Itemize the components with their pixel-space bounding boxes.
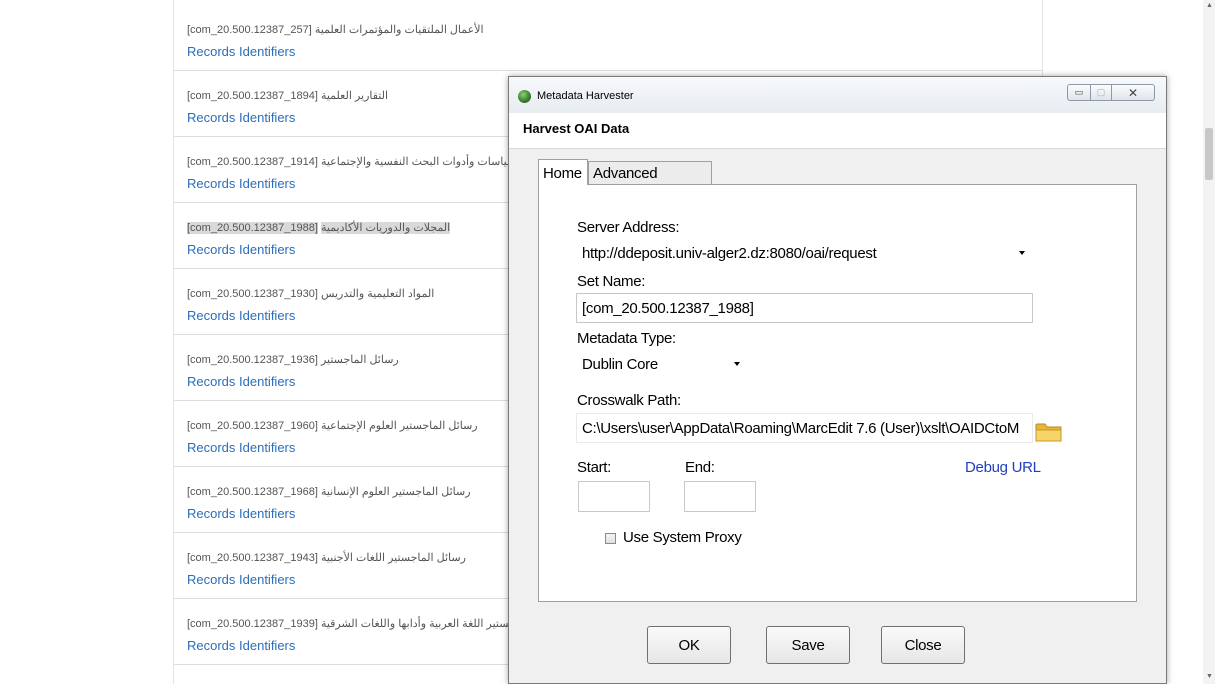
close-button[interactable]: Close <box>881 626 965 664</box>
window-close-button[interactable]: ✕ <box>1111 84 1155 101</box>
record-title: [com_20.500.12387_1894] التقارير العلمية <box>187 89 388 102</box>
crosswalk-path-label: Crosswalk Path: <box>577 392 681 409</box>
record-title: [com_20.500.12387_1930] المواد التعليمية… <box>187 287 434 300</box>
records-identifiers-link[interactable]: Records Identifiers <box>187 638 295 653</box>
chevron-down-icon <box>1019 251 1025 255</box>
records-identifiers-link[interactable]: Records Identifiers <box>187 572 295 587</box>
record-handle: [com_20.500.12387_1988] <box>187 222 318 234</box>
dialog-heading: Harvest OAI Data <box>523 121 630 136</box>
scrollbar-thumb[interactable] <box>1205 128 1213 180</box>
app-globe-icon <box>518 90 531 103</box>
metadata-type-label: Metadata Type: <box>577 330 676 347</box>
records-identifiers-link[interactable]: Records Identifiers <box>187 44 295 59</box>
records-identifiers-link[interactable]: Records Identifiers <box>187 374 295 389</box>
end-label: End: <box>685 459 715 476</box>
records-identifiers-link[interactable]: Records Identifiers <box>187 308 295 323</box>
maximize-button[interactable]: ▢ <box>1090 84 1112 101</box>
save-button-label: Save <box>791 636 825 654</box>
record-name: رسائل الماجستير العلوم الإجتماعية <box>320 420 478 432</box>
record-handle: [com_20.500.12387_1943] <box>187 552 318 564</box>
record-name: القياسات وأدوات البحث النفسية والإجتماعي… <box>320 156 519 168</box>
scroll-down-icon[interactable]: ▼ <box>1206 673 1213 680</box>
record-handle: [com_20.500.12387_1914] <box>187 156 318 168</box>
record-handle: [com_20.500.12387_1960] <box>187 420 318 432</box>
minimize-icon: ▭ <box>1074 87 1084 97</box>
record-handle: [com_20.500.12387_1894] <box>187 90 318 102</box>
records-identifiers-link[interactable]: Records Identifiers <box>187 440 295 455</box>
server-address-combo[interactable]: http://ddeposit.univ-alger2.dz:8080/oai/… <box>576 240 1033 268</box>
records-identifiers-link[interactable]: Records Identifiers <box>187 506 295 521</box>
use-system-proxy-checkbox[interactable] <box>605 533 616 544</box>
set-name-value: [com_20.500.12387_1988] <box>582 300 754 317</box>
close-button-label: Close <box>904 636 942 654</box>
record-handle: [com_20.500.12387_1936] <box>187 354 318 366</box>
record-row: [com_20.500.12387_257] الأعمال الملتقيات… <box>174 5 1042 71</box>
record-name: رسائل الماجستير اللغات الأجنبية <box>320 552 466 564</box>
ok-button-label: OK <box>678 636 700 654</box>
start-label: Start: <box>577 459 612 476</box>
metadata-harvester-dialog: Metadata Harvester ▭ ▢ ✕ Harvest OAI Dat… <box>508 76 1167 684</box>
save-button[interactable]: Save <box>766 626 850 664</box>
record-title: [com_20.500.12387_257] الأعمال الملتقيات… <box>187 23 484 36</box>
record-name: التقارير العلمية <box>320 90 389 102</box>
crosswalk-path-value: C:\Users\user\AppData\Roaming\MarcEdit 7… <box>582 420 1020 437</box>
maximize-icon: ▢ <box>1096 87 1106 97</box>
record-title: [com_20.500.12387_1936] رسائل الماجستير <box>187 353 399 366</box>
metadata-type-value: Dublin Core <box>582 356 658 373</box>
record-name: الأعمال الملتقيات والمؤتمرات العلمية <box>314 24 484 36</box>
record-handle: [com_20.500.12387_1930] <box>187 288 318 300</box>
record-handle: [com_20.500.12387_1939] <box>187 618 318 630</box>
records-identifiers-link[interactable]: Records Identifiers <box>187 110 295 125</box>
server-address-value: http://ddeposit.univ-alger2.dz:8080/oai/… <box>582 245 877 262</box>
chevron-down-icon <box>734 362 740 366</box>
close-icon: ✕ <box>1127 85 1139 100</box>
record-title: [com_20.500.12387_1988] المجلات والدوريا… <box>187 221 451 234</box>
title-bar[interactable]: Metadata Harvester ▭ ▢ ✕ <box>509 77 1166 113</box>
records-identifiers-link[interactable]: Records Identifiers <box>187 242 295 257</box>
record-title: [com_20.500.12387_1914] القياسات وأدوات … <box>187 155 519 168</box>
record-handle: [com_20.500.12387_257] <box>187 24 312 36</box>
tab-home[interactable]: Home <box>538 159 588 185</box>
set-name-label: Set Name: <box>577 273 646 290</box>
record-handle: [com_20.500.12387_1968] <box>187 486 318 498</box>
metadata-type-select[interactable]: Dublin Core <box>576 351 748 379</box>
debug-url-link[interactable]: Debug URL <box>965 459 1041 476</box>
record-name: رسائل الماجستير <box>320 354 399 366</box>
record-title: [com_20.500.12387_1960] رسائل الماجستير … <box>187 419 478 432</box>
record-name: رسائل الماجستير العلوم الإنسانية <box>320 486 471 498</box>
minimize-button[interactable]: ▭ <box>1067 84 1091 101</box>
record-title: [com_20.500.12387_1968] رسائل الماجستير … <box>187 485 471 498</box>
home-tab-panel: Server Address: http://ddeposit.univ-alg… <box>538 184 1137 602</box>
server-address-label: Server Address: <box>577 219 680 236</box>
window-title: Metadata Harvester <box>537 90 634 102</box>
record-name: المجلات والدوريات الأكاديمية <box>320 222 451 234</box>
set-name-input[interactable]: [com_20.500.12387_1988] <box>576 293 1033 323</box>
record-name: المواد التعليمية والتدريس <box>320 288 435 300</box>
crosswalk-path-input[interactable]: C:\Users\user\AppData\Roaming\MarcEdit 7… <box>576 413 1033 443</box>
records-identifiers-link[interactable]: Records Identifiers <box>187 176 295 191</box>
ok-button[interactable]: OK <box>647 626 731 664</box>
folder-icon[interactable] <box>1035 421 1062 443</box>
page-scrollbar[interactable]: ▲ ▼ <box>1203 0 1215 684</box>
record-title: [com_20.500.12387_1943] رسائل الماجستير … <box>187 551 466 564</box>
end-input[interactable] <box>684 481 756 512</box>
scroll-up-icon[interactable]: ▲ <box>1206 2 1213 9</box>
use-system-proxy-label[interactable]: Use System Proxy <box>623 529 742 546</box>
tab-advanced-settings[interactable]: Advanced Settings <box>588 161 712 199</box>
start-input[interactable] <box>578 481 650 512</box>
